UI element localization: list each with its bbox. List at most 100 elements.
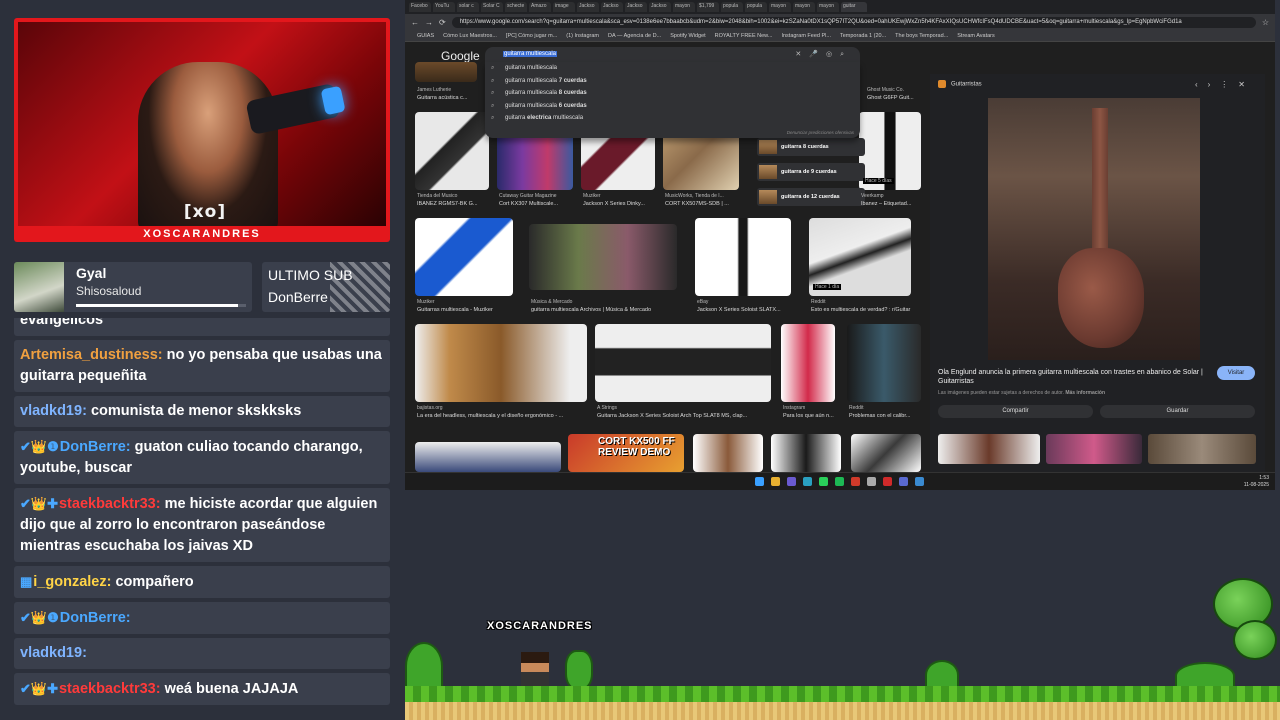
explorer-icon[interactable] — [771, 477, 780, 486]
search-suggestion[interactable]: guitarra electrica multiescala — [485, 112, 860, 125]
chrome-icon[interactable] — [819, 477, 828, 486]
browser-tab[interactable]: popula — [745, 2, 767, 12]
bookmark-item[interactable]: GUIAS — [417, 33, 434, 39]
result-image[interactable] — [771, 434, 841, 472]
app-icon[interactable] — [899, 477, 908, 486]
app-icon[interactable] — [883, 477, 892, 486]
app-icon[interactable] — [915, 477, 924, 486]
bookmark-item[interactable]: Instagram Feed Pl... — [781, 33, 831, 39]
browser-tab[interactable]: Jackso — [601, 2, 623, 12]
browser-tab[interactable]: mayon — [673, 2, 695, 12]
result-title[interactable]: La era del headless, multiescala y el di… — [417, 413, 563, 419]
url-bar[interactable]: https://www.google.com/search?q=guitarra… — [451, 16, 1256, 28]
result-image[interactable] — [851, 434, 921, 472]
star-icon[interactable]: ☆ — [1262, 18, 1269, 27]
search-suggestion[interactable]: guitarra multiescala 6 cuerdas — [485, 100, 860, 113]
app-icon[interactable] — [867, 477, 876, 486]
browser-tab[interactable]: schecte — [505, 2, 527, 12]
browser-tab[interactable]: guitar — [841, 2, 867, 12]
bookmark-item[interactable]: (1) Instagram — [566, 33, 599, 39]
panel-controls[interactable]: ‹›⋮✕ — [1195, 80, 1255, 89]
bookmark-item[interactable]: ROYALTY FREE New... — [715, 33, 773, 39]
app-icon[interactable] — [851, 477, 860, 486]
result-title[interactable]: Ibanez – Etiquetad... — [861, 201, 911, 207]
result-title[interactable]: Para los que aún n... — [783, 413, 834, 419]
related-image[interactable] — [938, 434, 1040, 464]
related-image[interactable] — [1148, 434, 1256, 464]
search-suggestion[interactable]: guitarra multiescala 7 cuerdas — [485, 75, 860, 88]
user-badges: ✔👑❶ — [20, 610, 59, 625]
bookmark-item[interactable]: Cómo Lux Maestros... — [443, 33, 497, 39]
browser-tab[interactable]: solar c — [457, 2, 479, 12]
browser-tab[interactable]: Solar C — [481, 2, 503, 12]
related-search-chip[interactable]: guitarra 8 cuerdas — [757, 138, 865, 156]
result-image[interactable] — [415, 112, 489, 190]
panel-source[interactable]: Guitarristas — [938, 80, 982, 88]
related-search-chip[interactable]: guitarra de 12 cuerdas — [757, 188, 865, 206]
bookmark-item[interactable]: Spotify Widget — [670, 33, 705, 39]
bookmark-item[interactable]: [PC] Cómo jugar m... — [506, 33, 557, 39]
preview-title[interactable]: Ola Englund anuncia la primera guitarra … — [938, 368, 1228, 386]
result-image[interactable] — [595, 324, 771, 402]
result-title[interactable]: Jackson X Series Soloist SLATX... — [697, 307, 781, 313]
result-title[interactable]: Ghost G6FP Guit... — [867, 95, 914, 101]
browser-tab[interactable]: Jackso — [625, 2, 647, 12]
start-icon[interactable] — [755, 477, 764, 486]
browser-tab[interactable]: YouTu — [433, 2, 455, 12]
edge-icon[interactable] — [803, 477, 812, 486]
result-title[interactable]: Cort KX307 Multiscale... — [499, 201, 558, 207]
result-title[interactable]: Guitarra acústica c... — [417, 95, 467, 101]
result-title[interactable]: CORT KX507MS-SDB | ... — [665, 201, 729, 207]
browser-tab[interactable]: Facebo — [409, 2, 431, 12]
search-suggestion[interactable]: guitarra multiescala — [485, 62, 860, 75]
browser-tab[interactable]: Jackso — [649, 2, 671, 12]
bookmark-item[interactable]: The boys Temporad... — [895, 33, 948, 39]
browser-tab[interactable]: image — [553, 2, 575, 12]
forward-icon[interactable]: → — [425, 18, 433, 27]
google-logo[interactable]: Google — [441, 49, 480, 63]
system-clock[interactable]: 1:53 11-08-2025 — [1244, 475, 1269, 489]
result-title[interactable]: guitarra multiescala Archivos | Música &… — [531, 307, 651, 313]
related-search-chip[interactable]: guitarra de 9 cuerdas — [757, 163, 865, 181]
result-title[interactable]: Jackson X Series Dinky... — [583, 201, 645, 207]
browser-tab[interactable]: Jackso — [577, 2, 599, 12]
spotify-icon[interactable] — [835, 477, 844, 486]
more-info-link[interactable]: Más información — [1065, 390, 1105, 396]
browser-tab[interactable]: mayon — [817, 2, 839, 12]
result-image[interactable] — [781, 324, 835, 402]
browser-tab[interactable]: popula — [721, 2, 743, 12]
back-icon[interactable]: ← — [411, 18, 419, 27]
result-image[interactable] — [529, 224, 677, 290]
bookmark-item[interactable]: Stream Avatars — [957, 33, 995, 39]
browser-tab[interactable]: Amazo — [529, 2, 551, 12]
result-image[interactable] — [847, 324, 921, 402]
preview-image[interactable] — [988, 98, 1200, 360]
visit-button[interactable]: Visitar — [1217, 366, 1255, 380]
result-image[interactable] — [415, 324, 587, 402]
app-icon[interactable] — [787, 477, 796, 486]
suggestion-footer[interactable]: Denunciar predicciones ofensivas — [787, 130, 854, 135]
result-title[interactable]: Problemas con el calibr... — [849, 413, 910, 419]
share-button[interactable]: Compartir — [938, 405, 1093, 418]
bookmark-item[interactable]: DA — Agencia de D... — [608, 33, 661, 39]
result-image[interactable] — [695, 218, 791, 296]
search-tools-icons[interactable]: ✕🎤◎⌕ — [795, 47, 852, 62]
browser-tab[interactable]: mayon — [769, 2, 791, 12]
result-title[interactable]: Guitarras multiescala - Muziker — [417, 307, 493, 313]
result-image[interactable] — [415, 442, 561, 472]
reload-icon[interactable]: ⟳ — [439, 18, 446, 27]
result-image[interactable] — [693, 434, 763, 472]
video-thumbnail[interactable]: CORT KX500 FF REVIEW DEMO — [568, 434, 684, 472]
search-suggestion[interactable]: guitarra multiescala 8 cuerdas — [485, 87, 860, 100]
result-title[interactable]: Esto es multiescala de verdad? : r/Guita… — [811, 307, 910, 313]
result-title[interactable]: Guitarra Jackson X Series Soloist Arch T… — [597, 413, 747, 419]
result-title[interactable]: IBANEZ RGMS7-BK G... — [417, 201, 478, 207]
bookmark-item[interactable]: Temporada 1 (20... — [840, 33, 886, 39]
related-image[interactable] — [1046, 434, 1142, 464]
result-image[interactable] — [415, 62, 477, 82]
browser-tab[interactable]: $1,799 — [697, 2, 719, 12]
search-input[interactable]: guitarra multiescala ✕🎤◎⌕ — [485, 47, 860, 62]
browser-tab[interactable]: mayon — [793, 2, 815, 12]
result-image[interactable] — [415, 218, 513, 296]
save-button[interactable]: Guardar — [1100, 405, 1255, 418]
